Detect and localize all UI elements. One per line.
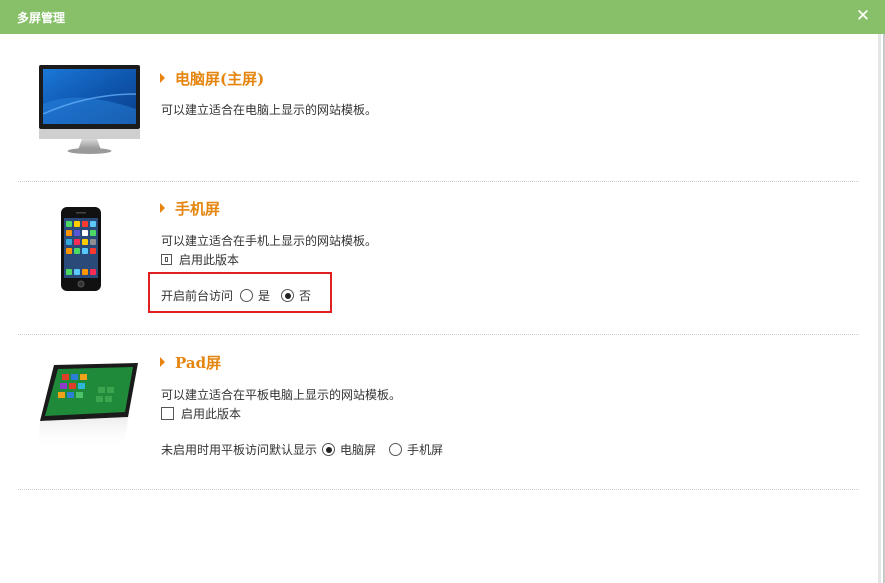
pad-enable-checkbox[interactable]: [161, 407, 174, 420]
highlight-box: [148, 272, 332, 313]
pc-description: 可以建立适合在电脑上显示的网站模板。: [161, 103, 378, 117]
pad-default-row: 未启用时用平板访问默认显示 电脑屏 手机屏: [161, 441, 443, 458]
mobile-enable-checkbox[interactable]: [161, 254, 172, 265]
mobile-enable-label: 启用此版本: [179, 253, 240, 267]
pc-heading: 电脑屏(主屏): [160, 68, 264, 89]
section-mobile: 手机屏 可以建立适合在手机上显示的网站模板。 启用此版本 开启前台访问 是 否: [18, 182, 859, 335]
monitor-icon: [39, 65, 140, 154]
section-pc: 电脑屏(主屏) 可以建立适合在电脑上显示的网站模板。: [18, 34, 859, 182]
pad-default-label: 未启用时用平板访问默认显示: [161, 443, 318, 457]
section-pad: Pad屏 可以建立适合在平板电脑上显示的网站模板。 启用此版本 未启用时用平板访…: [18, 335, 859, 490]
dialog-title: 多屏管理: [17, 11, 66, 25]
pc-heading-label: 电脑屏(主屏): [175, 70, 265, 88]
mobile-heading-label: 手机屏: [175, 200, 221, 218]
triangle-right-icon: [160, 357, 165, 367]
mobile-description: 可以建立适合在手机上显示的网站模板。: [161, 234, 378, 248]
pad-default-pc-radio[interactable]: [322, 443, 336, 456]
pad-enable-row: 启用此版本: [161, 405, 241, 422]
pad-description: 可以建立适合在平板电脑上显示的网站模板。: [161, 388, 402, 402]
multi-screen-dialog: 多屏管理 ✕ 电脑屏(主屏) 可以建立适合在电脑上显示的网站模板。 手机屏 可以…: [0, 0, 885, 583]
dialog-titlebar: 多屏管理 ✕: [0, 0, 885, 34]
phone-icon: [61, 207, 101, 291]
pad-heading-label: Pad屏: [175, 354, 222, 372]
mobile-heading: 手机屏: [160, 198, 220, 219]
mobile-enable-row: 启用此版本: [161, 251, 239, 268]
scrollbar[interactable]: [878, 34, 881, 583]
triangle-right-icon: [160, 203, 165, 213]
pad-default-mobile-radio[interactable]: [389, 443, 403, 456]
pad-heading: Pad屏: [160, 352, 221, 373]
close-icon[interactable]: ✕: [855, 7, 871, 25]
tablet-icon: [38, 363, 138, 449]
pad-default-mobile-label[interactable]: 手机屏: [407, 441, 443, 458]
triangle-right-icon: [160, 73, 165, 83]
pad-default-pc-label[interactable]: 电脑屏: [340, 441, 376, 458]
pad-enable-label: 启用此版本: [181, 407, 242, 421]
